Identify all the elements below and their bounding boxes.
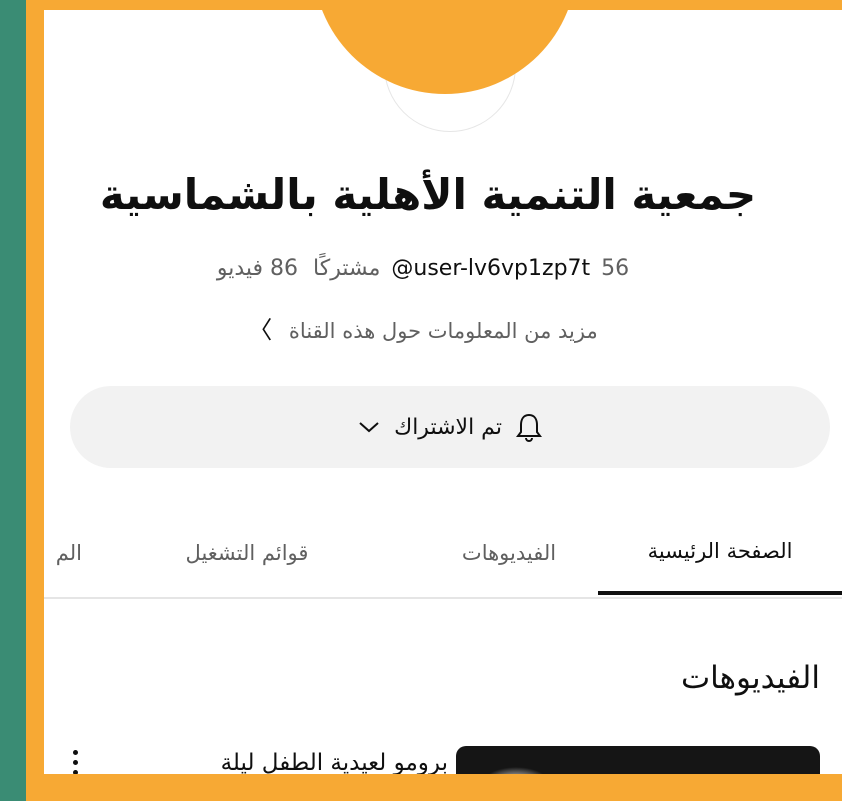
- subscribed-button[interactable]: تم الاشتراك: [70, 386, 830, 468]
- channel-handle[interactable]: @user-lv6vp1zp7t: [391, 256, 590, 281]
- more-info-label: مزيد من المعلومات حول هذه القناة: [288, 319, 598, 343]
- channel-tabs: الصفحة الرئيسية الفيديوهات قوائم التشغيل…: [44, 510, 842, 599]
- tab-more[interactable]: الم: [44, 510, 82, 595]
- tab-playlists[interactable]: قوائم التشغيل: [162, 510, 332, 595]
- channel-screen: جمعية التنمية الأهلية بالشماسية @user-lv…: [44, 10, 842, 774]
- video-count: 86 فيديو: [216, 256, 299, 281]
- more-info-link[interactable]: مزيد من المعلومات حول هذه القناة 〉: [44, 310, 842, 345]
- channel-meta: @user-lv6vp1zp7t 56 مشتركًا 86 فيديو: [44, 256, 842, 281]
- video-thumbnail[interactable]: [456, 746, 820, 774]
- more-vert-icon[interactable]: [60, 750, 90, 774]
- thumbnail-light: [476, 764, 556, 774]
- bell-icon: [515, 413, 542, 442]
- subscribed-label: تم الاشتراك: [394, 414, 502, 440]
- outer-frame: جمعية التنمية الأهلية بالشماسية @user-lv…: [26, 0, 842, 801]
- tab-home[interactable]: الصفحة الرئيسية: [598, 510, 842, 595]
- tab-videos[interactable]: الفيديوهات: [434, 510, 584, 595]
- chevron-down-icon: [359, 422, 379, 433]
- chevron-right-icon: 〉: [248, 316, 273, 344]
- videos-section-title: الفيديوهات: [681, 660, 820, 696]
- video-title[interactable]: برومو لعيدية الطفل ليلة: [221, 750, 448, 774]
- channel-name: جمعية التنمية الأهلية بالشماسية: [99, 170, 757, 219]
